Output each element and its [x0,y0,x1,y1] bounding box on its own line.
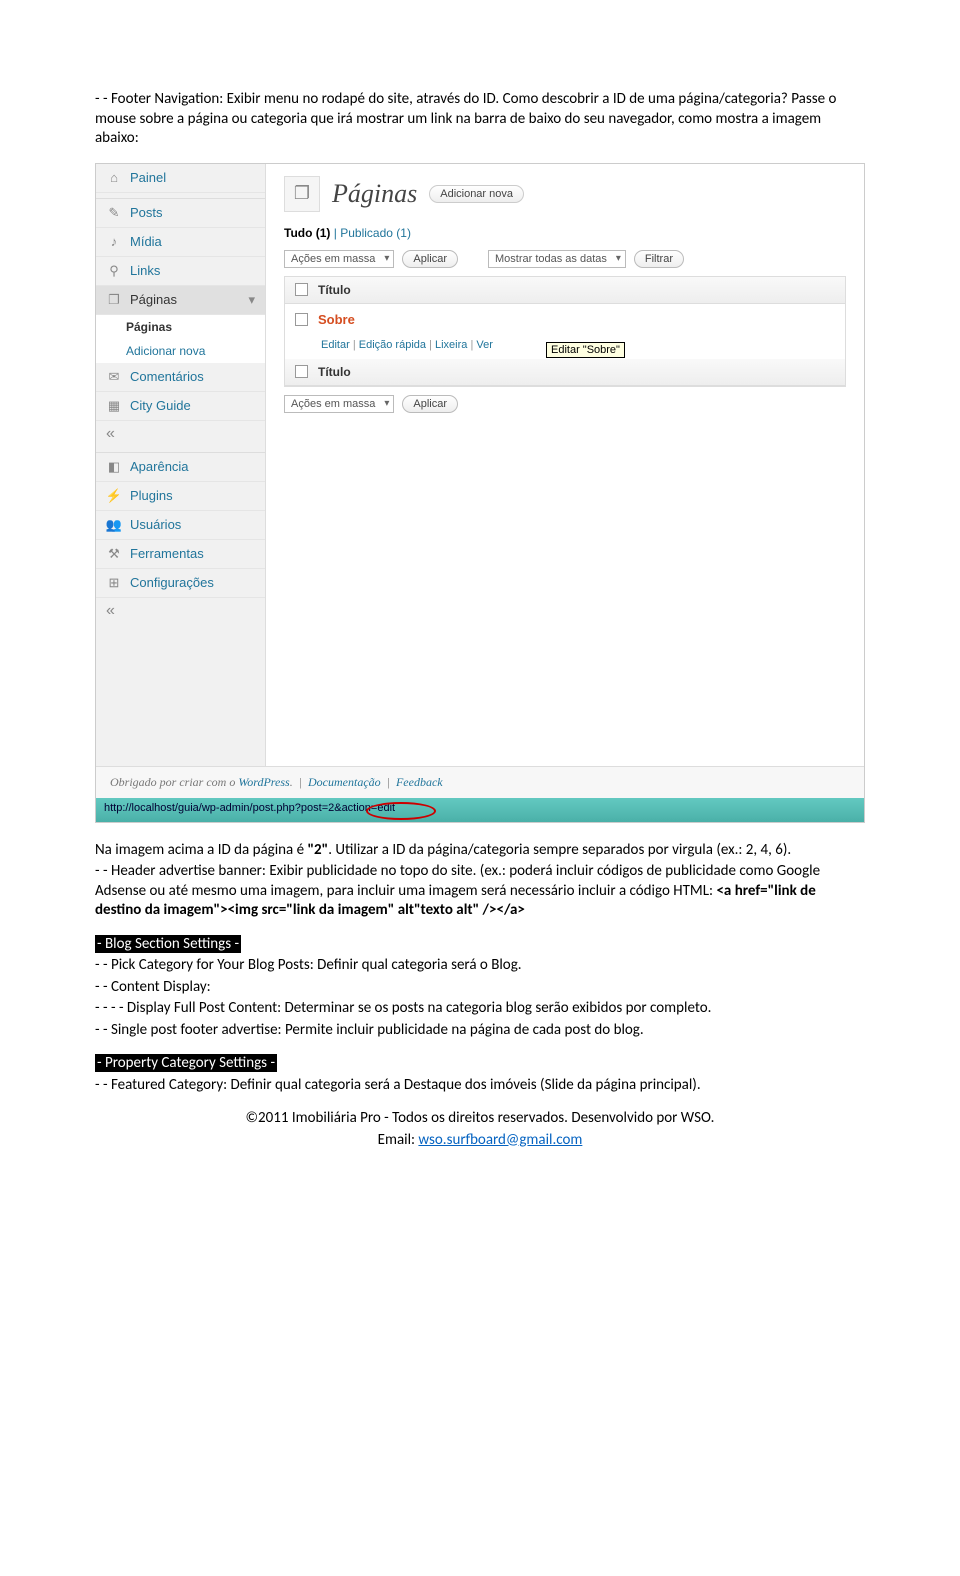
doc-footer-line2: Email: wso.surfboard@gmail.com [95,1131,865,1151]
highlight-circle [366,802,436,820]
sidebar-label: Painel [130,170,166,185]
media-icon: ♪ [106,234,122,250]
table-header: Título [285,277,845,304]
footer-thanks: Obrigado por criar com o [110,775,238,789]
footer-feedback-link[interactable]: Feedback [396,775,443,789]
sidebar-label: Páginas [130,292,177,307]
select-all-checkbox-bottom[interactable] [295,365,308,378]
sidebar-label: Comentários [130,369,204,384]
sidebar-item-links[interactable]: ⚲ Links [96,257,265,286]
hover-tooltip: Editar "Sobre" [546,342,625,358]
plugin-icon: ⚡ [106,488,122,504]
page-title: Páginas [332,179,417,209]
apply-button-bottom[interactable]: Aplicar [402,395,458,413]
blog-l4: - - Single post footer advertise: Permit… [95,1021,865,1041]
sidebar-label: Aparência [130,459,189,474]
prop-l1: - - Featured Category: Definir qual cate… [95,1076,865,1096]
cityguide-icon: ▦ [106,398,122,414]
apply-button[interactable]: Aplicar [402,250,458,268]
footer-email-link[interactable]: wso.surfboard@gmail.com [418,1131,582,1149]
add-new-button[interactable]: Adicionar nova [429,185,524,203]
bulk-actions-select-bottom[interactable]: Ações em massa [284,395,394,413]
wp-admin-screenshot: ⌂ Painel ✎ Posts ♪ Mídia ⚲ Links ❐ Páginas ▾ P… [95,163,865,823]
action-view[interactable]: Ver [476,339,493,351]
filter-button[interactable]: Filtrar [634,250,684,268]
wp-footer: Obrigado por criar com o WordPress. | Do… [96,766,864,798]
tools-icon: ⚒ [106,546,122,562]
blog-l3: - - - - Display Full Post Content: Deter… [95,999,865,1019]
sidebar-item-plugins[interactable]: ⚡ Plugins [96,482,265,511]
filter-published[interactable]: Publicado (1) [340,226,411,240]
sidebar-item-usuarios[interactable]: 👥 Usuários [96,511,265,540]
footer-doc-link[interactable]: Documentação [308,775,381,789]
pages-table: Título Sobre Editar | Edição rápida | Li… [284,276,846,387]
sidebar-item-comentarios[interactable]: ✉ Comentários [96,363,265,392]
blog-settings-heading: - Blog Section Settings - [95,935,241,953]
sidebar-label: Posts [130,205,163,220]
settings-icon: ⊞ [106,575,122,591]
sidebar-label: Ferramentas [130,546,204,561]
sidebar-item-posts[interactable]: ✎ Posts [96,199,265,228]
bulk-actions-select[interactable]: Ações em massa [284,250,394,268]
sidebar-item-aparencia[interactable]: ◧ Aparência [96,453,265,482]
sidebar-collapse[interactable]: « [96,421,265,447]
sidebar-label: Links [130,263,160,278]
link-icon: ⚲ [106,263,122,279]
sidebar-item-config[interactable]: ⊞ Configurações [96,569,265,598]
sidebar-item-painel[interactable]: ⌂ Painel [96,164,265,193]
sidebar-item-cityguide[interactable]: ▦ City Guide [96,392,265,421]
chevron-down-icon: ▾ [248,292,255,308]
sidebar-collapse2[interactable]: « [96,598,265,624]
table-footer: Título [285,359,845,386]
blog-l2: - - Content Display: [95,978,865,998]
dates-select[interactable]: Mostrar todas as datas [488,250,626,268]
col-title-bottom: Título [318,365,351,379]
property-settings-heading: - Property Category Settings - [95,1054,277,1072]
sidebar-label: Usuários [130,517,181,532]
users-icon: 👥 [106,517,122,533]
page-icon: ❐ [106,292,122,308]
select-all-checkbox[interactable] [295,283,308,296]
home-icon: ⌂ [106,170,122,186]
action-edit[interactable]: Editar [321,339,350,351]
col-title[interactable]: Título [318,283,351,297]
pin-icon: ✎ [106,205,122,221]
doc-footer-line1: ©2011 Imobiliária Pro - Todos os direito… [95,1109,865,1129]
intro-text: - - Footer Navigation: Exibir menu no ro… [95,90,865,149]
sidebar-sub-paginas[interactable]: Páginas [96,315,265,339]
page-title-icon: ❐ [284,176,320,212]
wp-sidebar: ⌂ Painel ✎ Posts ♪ Mídia ⚲ Links ❐ Páginas ▾ P… [96,164,266,774]
after-image-p2: - - Header advertise banner: Exibir publ… [95,862,865,921]
browser-status-bar: http://localhost/guia/wp-admin/post.php?… [96,798,864,822]
action-quickedit[interactable]: Edição rápida [359,339,426,351]
action-trash[interactable]: Lixeira [435,339,467,351]
sidebar-item-midia[interactable]: ♪ Mídia [96,228,265,257]
sidebar-label: Plugins [130,488,173,503]
sidebar-label: Mídia [130,234,162,249]
wp-main: ❐ Páginas Adicionar nova Tudo (1) | Publ… [266,164,864,774]
sidebar-label: City Guide [130,398,191,413]
comment-icon: ✉ [106,369,122,385]
row-title[interactable]: Sobre [318,312,355,327]
row-actions: Editar | Edição rápida | Lixeira | Ver [321,339,493,351]
sidebar-item-ferramentas[interactable]: ⚒ Ferramentas [96,540,265,569]
row-checkbox[interactable] [295,313,308,326]
filter-links: Tudo (1) | Publicado (1) [284,226,846,240]
appearance-icon: ◧ [106,459,122,475]
blog-l1: - - Pick Category for Your Blog Posts: D… [95,956,865,976]
filter-all[interactable]: Tudo (1) [284,226,330,240]
sidebar-sub-adicionar[interactable]: Adicionar nova [96,339,265,363]
after-image-p1: Na imagem acima a ID da página é "2". Ut… [95,841,865,861]
sidebar-label: Configurações [130,575,214,590]
sidebar-item-paginas[interactable]: ❐ Páginas ▾ [96,286,265,315]
footer-wordpress-link[interactable]: WordPress [238,775,289,789]
